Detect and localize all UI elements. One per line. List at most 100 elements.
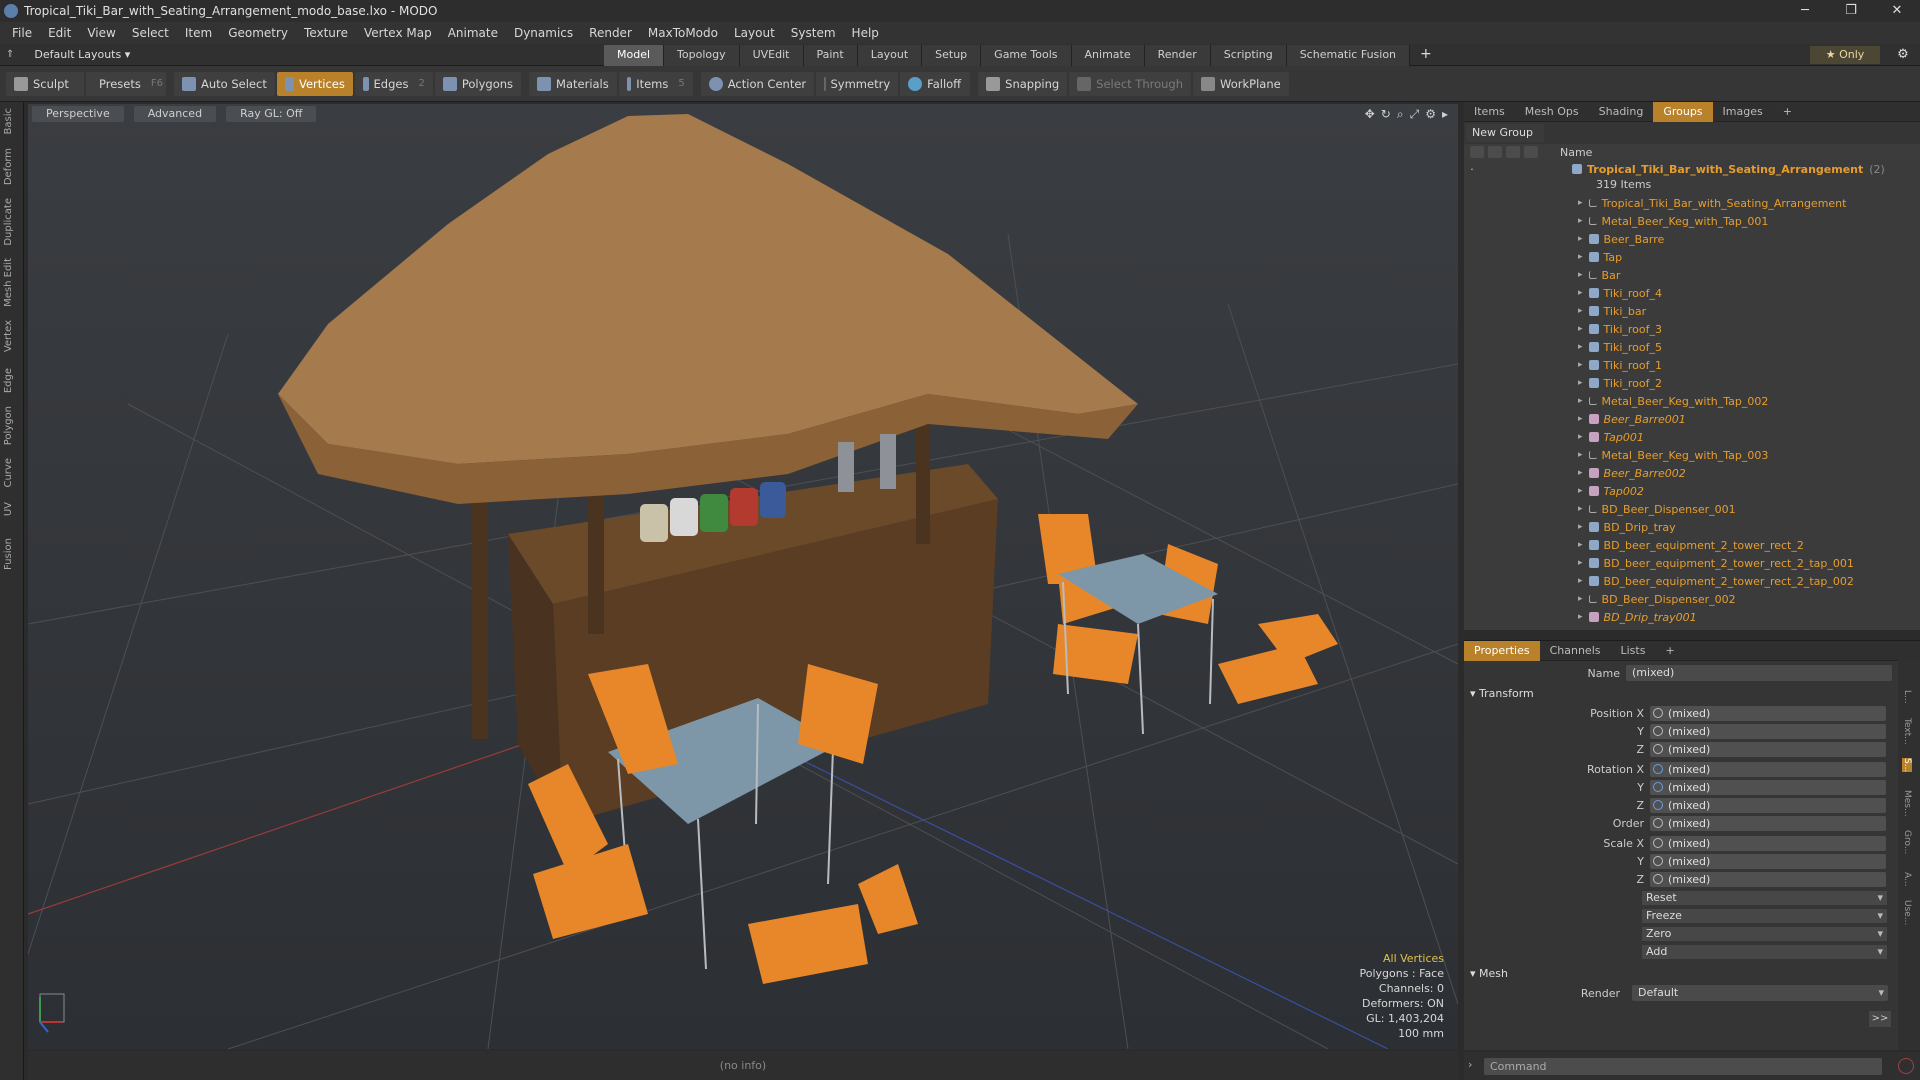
tree-item-row[interactable]: ▸ Tiki_bar	[1464, 302, 1920, 320]
right-tab-6[interactable]: A...	[1902, 872, 1912, 887]
3d-viewport[interactable]: Perspective Advanced Ray GL: Off ✥ ↻ ⌕ ⤢…	[28, 104, 1458, 1049]
falloff-button[interactable]: Falloff	[900, 71, 971, 96]
menu-select[interactable]: Select	[124, 22, 177, 44]
left-tab-basic[interactable]: Basic	[3, 108, 21, 134]
tree-root-row[interactable]: · Tropical_Tiki_Bar_with_Seating_Arrange…	[1464, 160, 1920, 178]
right-tab-1[interactable]: L...	[1902, 690, 1912, 704]
command-stop-icon[interactable]	[1898, 1058, 1914, 1074]
tree-item-row[interactable]: ▸ BD_Drip_tray	[1464, 518, 1920, 536]
polygons-button[interactable]: Polygons	[434, 71, 522, 96]
tree-item-row[interactable]: ▸ BD_beer_equipment_2_tower_rect_2_tap_00…	[1464, 572, 1920, 590]
reset-dropdown[interactable]: Reset	[1642, 891, 1887, 905]
new-group-button[interactable]: New Group	[1466, 124, 1544, 142]
tab-topology[interactable]: Topology	[664, 45, 740, 66]
menu-layout[interactable]: Layout	[726, 22, 783, 44]
tree-item-row[interactable]: ▸ Tiki_roof_5	[1464, 338, 1920, 356]
layout-selector[interactable]: ⇑ Default Layouts ▾	[0, 48, 600, 61]
menu-item[interactable]: Item	[177, 22, 220, 44]
auto-select-button[interactable]: Auto Select	[174, 71, 275, 96]
scale-y-field[interactable]: (mixed)	[1650, 853, 1886, 869]
close-button[interactable]: ✕	[1874, 0, 1920, 22]
panel-add-tab-button[interactable]: +	[1773, 102, 1802, 122]
left-tab-mesh-edit[interactable]: Mesh Edit	[3, 258, 21, 307]
right-tab-2[interactable]: Text...	[1902, 718, 1912, 745]
expand-arrow-icon[interactable]: ▸	[1578, 468, 1583, 478]
right-tab-7[interactable]: Use...	[1902, 900, 1912, 925]
menu-file[interactable]: File	[4, 22, 40, 44]
tree-item-row[interactable]: ▸ BD_Beer_Dispenser_001	[1464, 500, 1920, 518]
expand-arrow-icon[interactable]: ▸	[1578, 198, 1583, 208]
panel-tab-images[interactable]: Images	[1713, 102, 1773, 122]
menu-geometry[interactable]: Geometry	[220, 22, 296, 44]
left-tab-curve[interactable]: Curve	[3, 458, 21, 488]
eye-icon[interactable]: ·	[1470, 163, 1484, 176]
lock-icon[interactable]	[1506, 146, 1520, 158]
left-tab-uv[interactable]: UV	[3, 502, 21, 516]
expand-arrow-icon[interactable]: ▸	[1578, 360, 1583, 370]
vertices-button[interactable]: Vertices	[276, 71, 353, 96]
panel-tab-mesh-ops[interactable]: Mesh Ops	[1515, 102, 1589, 122]
menu-dynamics[interactable]: Dynamics	[506, 22, 581, 44]
left-tab-duplicate[interactable]: Duplicate	[3, 198, 21, 246]
expand-arrow-icon[interactable]: ▸	[1578, 234, 1583, 244]
tree-item-row[interactable]: ▸ Metal_Beer_Keg_with_Tap_002	[1464, 392, 1920, 410]
tree-item-row[interactable]: ▸ BD_beer_equipment_2_tower_rect_2	[1464, 536, 1920, 554]
scale-z-field[interactable]: (mixed)	[1650, 871, 1886, 887]
select-through-button[interactable]: Select Through	[1069, 71, 1192, 96]
menu-vertex-map[interactable]: Vertex Map	[356, 22, 440, 44]
expand-arrow-icon[interactable]: ▸	[1578, 522, 1583, 532]
workplane-button[interactable]: WorkPlane	[1193, 71, 1289, 96]
left-tab-fusion[interactable]: Fusion	[3, 538, 21, 570]
tab-channels[interactable]: Channels	[1540, 641, 1611, 661]
panel-tab-groups[interactable]: Groups	[1653, 101, 1713, 122]
minimize-button[interactable]: ─	[1782, 0, 1828, 22]
tab-scripting[interactable]: Scripting	[1210, 45, 1287, 66]
right-tab-4[interactable]: Mes...	[1902, 790, 1912, 817]
expand-arrow-icon[interactable]: ▸	[1578, 324, 1583, 334]
edges-button[interactable]: Edges 2	[354, 71, 433, 96]
expand-arrow-icon[interactable]: ▸	[1578, 576, 1583, 586]
expand-arrow-icon[interactable]: ▸	[1578, 252, 1583, 262]
select-icon[interactable]	[1524, 146, 1538, 158]
viewport-settings-icon[interactable]: ⚙	[1425, 107, 1436, 122]
tab-layout[interactable]: Layout	[857, 45, 923, 66]
tree-item-row[interactable]: ▸ Metal_Beer_Keg_with_Tap_003	[1464, 446, 1920, 464]
render-dropdown[interactable]: Default	[1632, 985, 1888, 1001]
expand-arrow-icon[interactable]: ▸	[1578, 558, 1583, 568]
tab-model[interactable]: Model	[604, 45, 665, 66]
order-dropdown[interactable]: (mixed)	[1650, 815, 1886, 831]
render-icon[interactable]	[1488, 146, 1502, 158]
command-input[interactable]: Command	[1484, 1058, 1882, 1075]
tab-schematic-fusion[interactable]: Schematic Fusion	[1286, 45, 1411, 66]
viewport-raygl-toggle[interactable]: Ray GL: Off	[226, 106, 317, 122]
rotation-z-field[interactable]: (mixed)	[1650, 797, 1886, 813]
tree-item-row[interactable]: ▸ Bar	[1464, 266, 1920, 284]
right-tab-3[interactable]: S...	[1902, 758, 1912, 773]
tree-item-row[interactable]: ▸ Tap002	[1464, 482, 1920, 500]
materials-button[interactable]: Materials	[529, 71, 617, 96]
tree-item-row[interactable]: ▸ Tap	[1464, 248, 1920, 266]
tab-render[interactable]: Render	[1144, 45, 1211, 66]
symmetry-button[interactable]: Symmetry	[816, 71, 899, 96]
maximize-button[interactable]: ❐	[1828, 0, 1874, 22]
rotation-x-field[interactable]: (mixed)	[1650, 761, 1886, 777]
position-z-field[interactable]: (mixed)	[1650, 741, 1886, 757]
properties-add-tab-button[interactable]: +	[1655, 641, 1684, 661]
left-tab-edge[interactable]: Edge	[3, 368, 21, 393]
expand-arrow-icon[interactable]: ▸	[1578, 540, 1583, 550]
tree-item-row[interactable]: ▸ Tiki_roof_3	[1464, 320, 1920, 338]
expand-arrow-icon[interactable]: ▸	[1578, 288, 1583, 298]
tree-item-row[interactable]: ▸ BD_Drip_tray001	[1464, 608, 1920, 626]
menu-render[interactable]: Render	[581, 22, 640, 44]
tab-animate[interactable]: Animate	[1071, 45, 1145, 66]
pan-icon[interactable]: ✥	[1365, 107, 1375, 122]
tree-item-row[interactable]: ▸ Tropical_Tiki_Bar_with_Seating_Arrangem…	[1464, 194, 1920, 212]
tab-uvedit[interactable]: UVEdit	[739, 45, 804, 66]
action-center-button[interactable]: Action Center	[700, 71, 815, 96]
only-button[interactable]: ★ Only	[1810, 46, 1880, 64]
position-x-field[interactable]: (mixed)	[1650, 705, 1886, 721]
viewport-advanced-dropdown[interactable]: Advanced	[133, 106, 217, 122]
add-dropdown[interactable]: Add	[1642, 945, 1887, 959]
expand-arrow-icon[interactable]: ▸	[1578, 486, 1583, 496]
expand-arrow-icon[interactable]: ▸	[1578, 594, 1583, 604]
